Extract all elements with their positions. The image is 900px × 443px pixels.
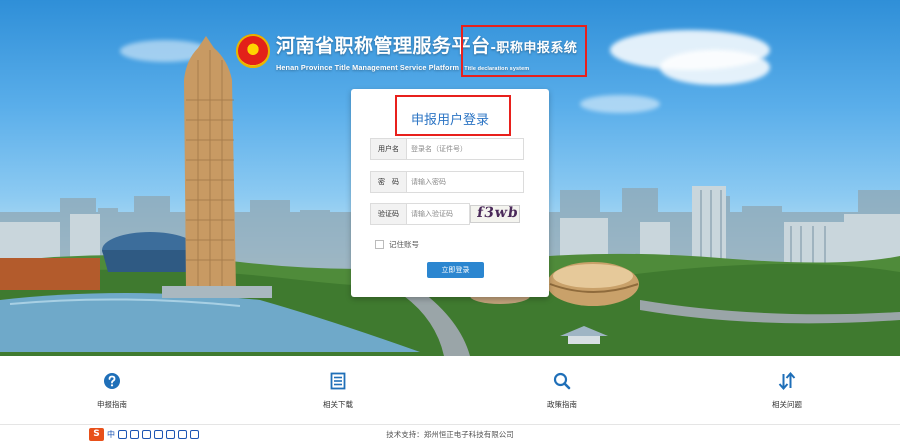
platform-title-en: Henan Province Title Management Service …: [276, 63, 460, 72]
remember-checkbox[interactable]: [375, 240, 384, 249]
highlight-box-subtitle: [461, 25, 587, 77]
nav-item-declaration-guide[interactable]: 申报指南: [62, 371, 162, 410]
national-emblem-icon: [236, 34, 270, 68]
nav-item-related-questions[interactable]: 相关问题: [737, 371, 837, 410]
remember-label: 记住账号: [389, 240, 419, 249]
password-input[interactable]: [411, 174, 519, 190]
password-row: 密 码: [370, 171, 524, 193]
nav-item-downloads[interactable]: 相关下载: [288, 371, 388, 410]
captcha-image[interactable]: f3wb: [470, 205, 520, 223]
nav-label: 申报指南: [97, 400, 127, 409]
highlight-box-login-title: [395, 95, 511, 136]
nav-item-policy-guide[interactable]: 政策指南: [512, 371, 612, 410]
nav-label: 相关下载: [323, 400, 353, 409]
question-circle-icon: [104, 373, 120, 389]
nav-label: 政策指南: [547, 400, 577, 409]
platform-title: 河南省职称管理服务平台: [276, 35, 491, 57]
captcha-text: f3wb: [475, 205, 520, 221]
document-list-icon: [330, 372, 346, 390]
captcha-row: 验证码: [370, 203, 470, 225]
hero-banner: 河南省职称管理服务平台-职称申报系统 Henan Province Title …: [0, 0, 900, 356]
password-label: 密 码: [371, 172, 407, 192]
username-label: 用户名: [371, 139, 407, 159]
quick-nav: 申报指南 相关下载 政策指南 相关问题: [0, 356, 900, 424]
footer: S 中 技术支持：郑州恒正电子科技有限公司: [0, 424, 900, 443]
captcha-input[interactable]: [411, 206, 465, 222]
username-input[interactable]: [411, 141, 519, 157]
captcha-label: 验证码: [371, 204, 407, 224]
sort-arrows-icon: [778, 371, 796, 391]
nav-label: 相关问题: [772, 400, 802, 409]
login-button[interactable]: 立即登录: [427, 262, 484, 278]
username-row: 用户名: [370, 138, 524, 160]
remember-account[interactable]: 记住账号: [375, 239, 419, 250]
tech-support-text: 技术支持：郑州恒正电子科技有限公司: [386, 430, 514, 439]
search-icon: [553, 372, 571, 390]
